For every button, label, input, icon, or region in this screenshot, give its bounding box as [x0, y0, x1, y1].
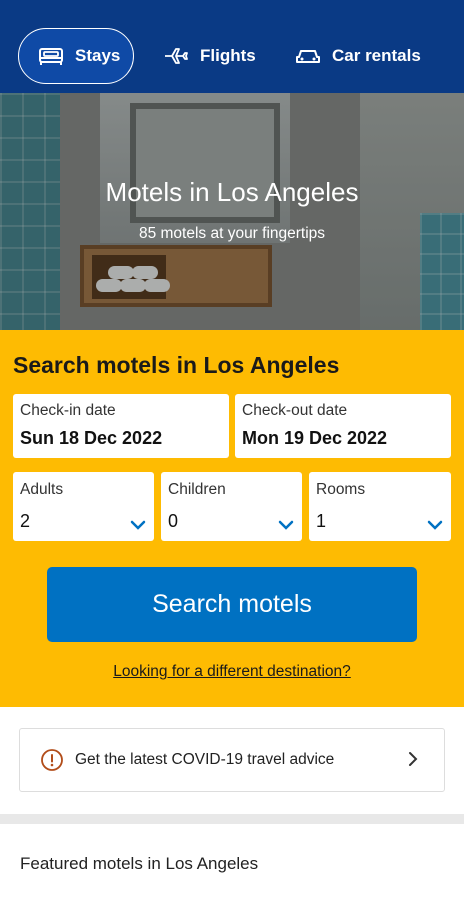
adults-select[interactable]: Adults 2: [13, 472, 154, 541]
adults-label: Adults: [20, 481, 64, 498]
chevron-down-icon: [130, 520, 146, 530]
tab-stays-label: Stays: [75, 46, 121, 65]
tab-car-rentals-label: Car rentals: [332, 46, 421, 65]
check-in-label: Check-in date: [20, 402, 116, 419]
children-select[interactable]: Children 0: [161, 472, 302, 541]
check-in-field[interactable]: Check-in date Sun 18 Dec 2022: [13, 394, 229, 458]
search-title: Search motels in Los Angeles: [13, 352, 340, 378]
bed-icon: [37, 45, 65, 67]
chevron-down-icon: [427, 520, 443, 530]
chevron-down-icon: [278, 520, 294, 530]
children-label: Children: [168, 481, 226, 498]
tab-stays[interactable]: Stays: [18, 28, 134, 84]
advice-section: Get the latest COVID-19 travel advice: [0, 707, 464, 814]
covid-advice-text: Get the latest COVID-19 travel advice: [75, 751, 335, 768]
featured-title: Featured motels in Los Angeles: [20, 854, 259, 873]
info-icon: [41, 749, 63, 771]
check-out-label: Check-out date: [242, 402, 348, 419]
section-divider: [0, 814, 464, 824]
tab-car-rentals[interactable]: Car rentals: [294, 28, 421, 84]
top-nav: Stays Flights Car rentals: [0, 0, 464, 93]
rooms-value: 1: [316, 511, 327, 531]
covid-advice-banner[interactable]: Get the latest COVID-19 travel advice: [19, 728, 445, 792]
hero-title: Motels in Los Angeles: [105, 177, 359, 207]
hero-subtitle: 85 motels at your fingertips: [138, 225, 326, 242]
hero-banner: Motels in Los Angeles 85 motels at your …: [0, 93, 464, 330]
check-out-field[interactable]: Check-out date Mon 19 Dec 2022: [235, 394, 451, 458]
plane-icon: [162, 45, 190, 67]
search-panel: Search motels in Los Angeles Check-in da…: [0, 330, 464, 707]
children-value: 0: [168, 511, 179, 531]
chevron-right-icon: [409, 752, 418, 766]
featured-section: Featured motels in Los Angeles: [0, 824, 464, 900]
tab-flights-label: Flights: [200, 46, 256, 65]
car-icon: [294, 45, 322, 67]
search-motels-button[interactable]: Search motels: [47, 567, 417, 642]
rooms-select[interactable]: Rooms 1: [309, 472, 451, 541]
different-destination-link[interactable]: Looking for a different destination?: [0, 663, 464, 681]
check-in-value: Sun 18 Dec 2022: [20, 428, 163, 448]
adults-value: 2: [20, 511, 31, 531]
rooms-label: Rooms: [316, 481, 366, 498]
check-out-value: Mon 19 Dec 2022: [242, 428, 388, 448]
tab-flights[interactable]: Flights: [162, 28, 256, 84]
